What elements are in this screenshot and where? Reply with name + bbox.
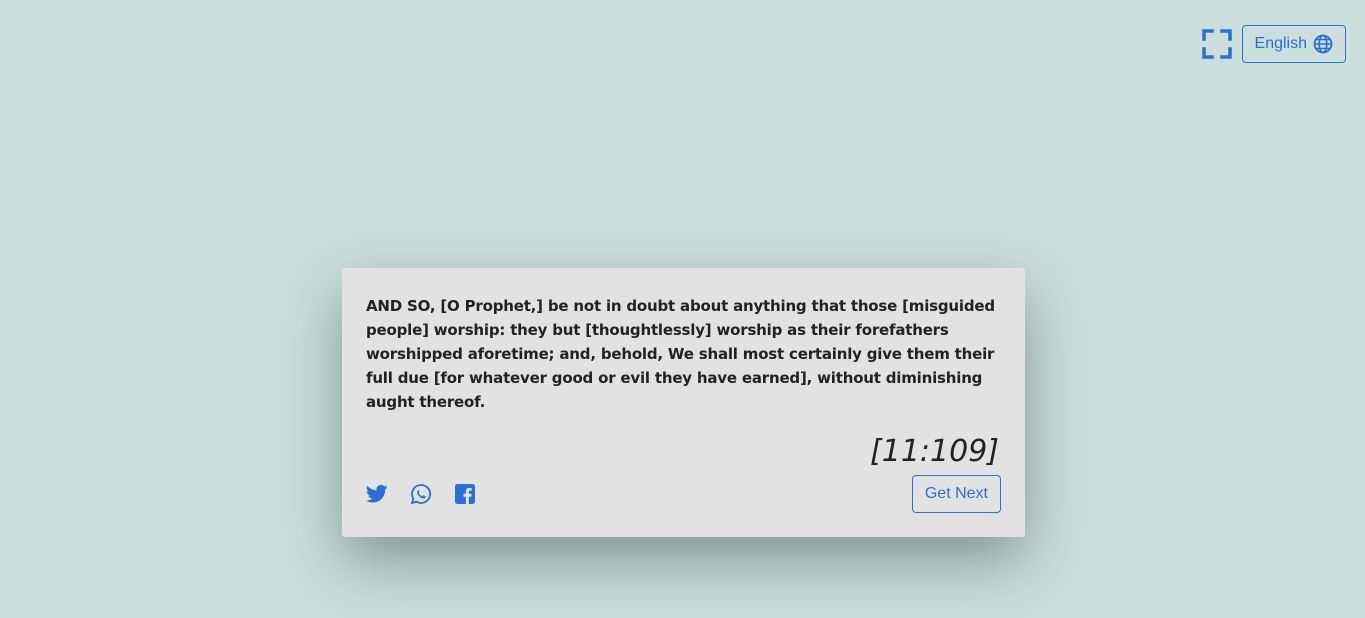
twitter-icon (366, 484, 388, 503)
whatsapp-icon (410, 484, 432, 505)
facebook-share-button[interactable] (454, 483, 476, 505)
globe-icon (1313, 34, 1333, 54)
quote-card: AND SO, [O Prophet,] be not in doubt abo… (342, 268, 1025, 537)
verse-reference: [11:109] (870, 434, 999, 469)
whatsapp-share-button[interactable] (410, 483, 432, 505)
get-next-button[interactable]: Get Next (911, 475, 1001, 513)
language-label: English (1254, 35, 1307, 52)
language-button[interactable]: English (1241, 25, 1346, 63)
quote-text: AND SO, [O Prophet,] be not in doubt abo… (366, 297, 995, 411)
twitter-share-button[interactable] (366, 483, 388, 505)
fullscreen-icon (1201, 29, 1232, 59)
fullscreen-button[interactable] (1201, 29, 1232, 59)
share-links (366, 483, 476, 505)
top-controls: English (1201, 25, 1346, 63)
card-footer: Get Next (366, 475, 1001, 513)
facebook-icon (455, 484, 475, 504)
